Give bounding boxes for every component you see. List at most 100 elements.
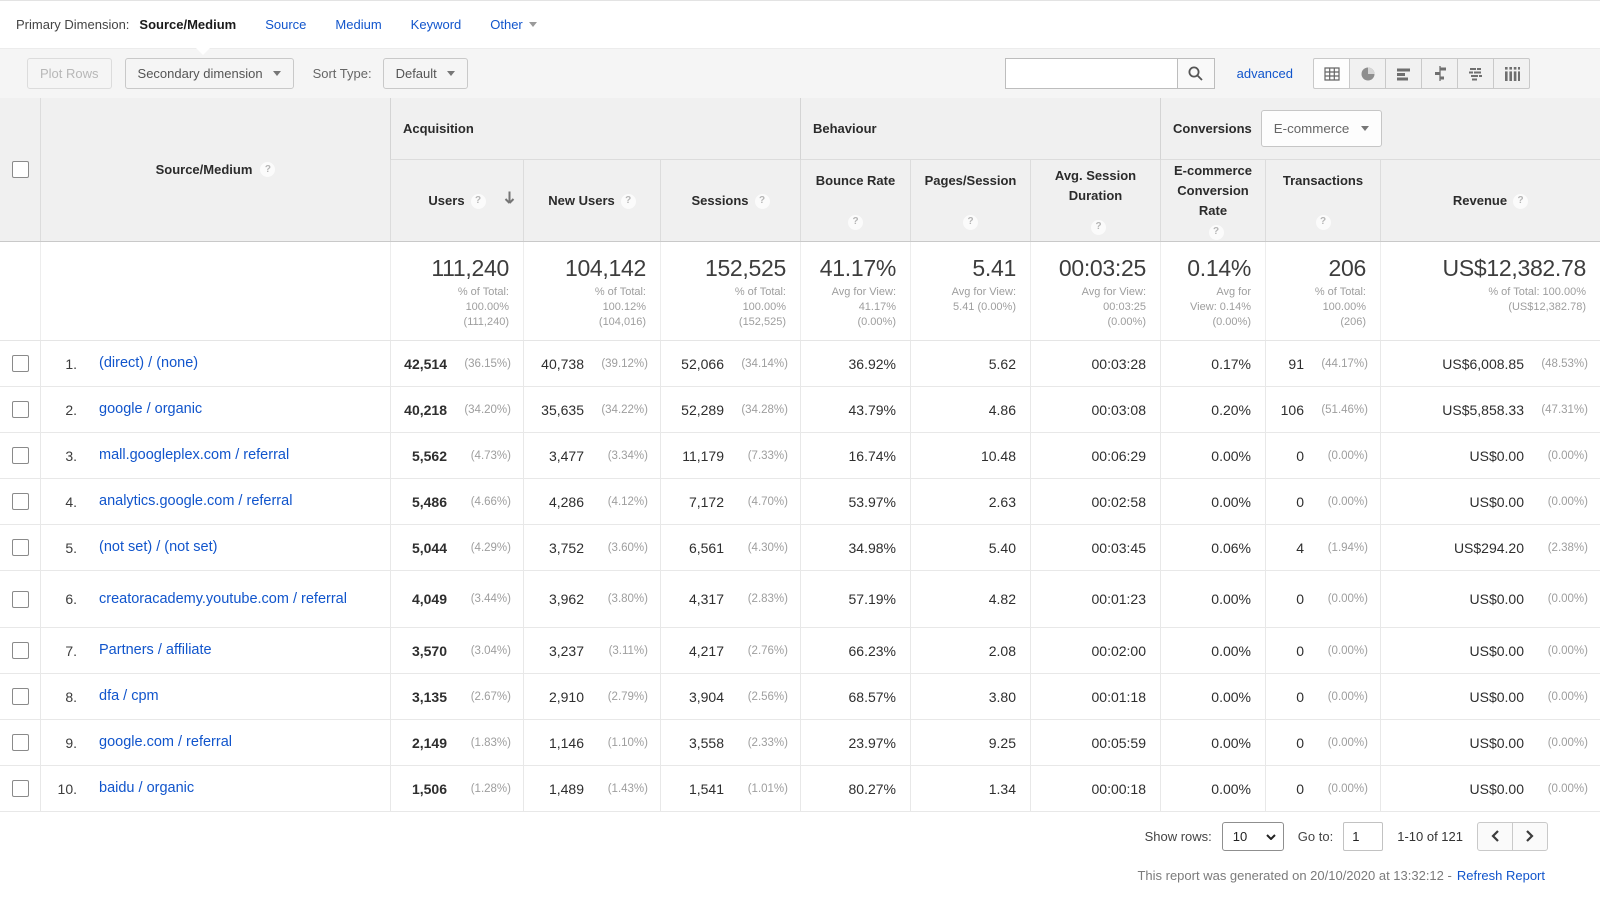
row-index: 1. — [65, 355, 77, 372]
help-icon[interactable]: ? — [260, 162, 276, 177]
help-icon[interactable]: ? — [963, 214, 978, 230]
row-checkbox[interactable] — [11, 688, 29, 705]
avg-session-duration-value: 00:02:58 — [1091, 493, 1147, 510]
search-button[interactable] — [1176, 58, 1215, 89]
source-link[interactable]: (direct) / (none) — [99, 354, 198, 373]
avg-session-duration-value: 00:03:08 — [1091, 401, 1147, 418]
users-value: 5,044 — [411, 539, 447, 556]
total-value: 206 — [1328, 255, 1367, 281]
secondary-dimension-button[interactable]: Secondary dimension — [124, 58, 294, 89]
goto-page-input[interactable] — [1343, 821, 1384, 851]
dimension-link-other[interactable]: Other — [490, 17, 537, 32]
row-checkbox[interactable] — [11, 734, 29, 751]
select-all-checkbox[interactable] — [11, 161, 29, 178]
users-percent: (3.44%) — [470, 593, 511, 605]
column-header-ecommerce-conversion-rate[interactable]: E-commerce Conversion Rate ? — [1160, 160, 1265, 241]
term-cloud-view-button[interactable] — [1457, 58, 1494, 89]
bounce-rate-value: 53.97% — [848, 493, 896, 510]
total-subtext: Avg for View: 41.17% (0.00%) — [831, 286, 896, 328]
row-checkbox[interactable] — [11, 355, 29, 372]
performance-view-button[interactable] — [1385, 58, 1422, 89]
source-link[interactable]: analytics.google.com / referral — [99, 492, 292, 511]
search-input[interactable] — [1004, 58, 1177, 89]
sort-type-button[interactable]: Default — [382, 58, 468, 89]
source-link[interactable]: (not set) / (not set) — [99, 538, 217, 557]
chevron-down-icon — [528, 22, 537, 27]
help-icon[interactable]: ? — [848, 214, 863, 230]
column-header-avg-session-duration[interactable]: Avg. Session Duration ? — [1030, 160, 1160, 241]
plot-rows-button[interactable]: Plot Rows — [27, 58, 112, 89]
help-icon[interactable]: ? — [1208, 224, 1224, 240]
column-header-users[interactable]: Users ? — [390, 160, 523, 241]
new-users-value: 1,489 — [548, 780, 584, 797]
sessions-cell: 4,317 (2.83%) — [660, 571, 800, 627]
source-link[interactable]: baidu / organic — [99, 779, 194, 798]
ecommerce-conversion-rate-cell: 0.00% — [1160, 479, 1265, 524]
pivot-view-button[interactable] — [1493, 58, 1530, 89]
advanced-search-link[interactable]: advanced — [1237, 66, 1293, 81]
users-value: 3,570 — [411, 642, 447, 659]
transactions-cell: 0 (0.00%) — [1265, 571, 1380, 627]
row-checkbox[interactable] — [11, 642, 29, 659]
help-icon[interactable]: ? — [620, 193, 636, 209]
conversions-goal-selector[interactable]: E-commerce — [1260, 110, 1383, 147]
source-link[interactable]: dfa / cpm — [99, 687, 159, 706]
ecommerce-conversion-rate-cell: 0.17% — [1160, 341, 1265, 386]
dimension-column-header[interactable]: Source/Medium ? — [40, 98, 390, 241]
revenue-cell: US$0.00 (0.00%) — [1380, 433, 1600, 478]
column-header-bounce-rate[interactable]: Bounce Rate ? — [800, 160, 910, 241]
column-header-pages-session[interactable]: Pages/Session ? — [910, 160, 1030, 241]
column-header-revenue[interactable]: Revenue ? — [1380, 160, 1600, 241]
avg-session-duration-cell: 00:02:58 — [1030, 479, 1160, 524]
ecommerce-conversion-rate-value: 0.17% — [1211, 355, 1251, 372]
row-checkbox[interactable] — [11, 780, 29, 797]
transactions-cell: 0 (0.00%) — [1265, 628, 1380, 673]
bounce-rate-cell: 68.57% — [800, 674, 910, 719]
dimension-link-medium[interactable]: Medium — [335, 17, 381, 32]
source-link[interactable]: Partners / affiliate — [99, 641, 212, 660]
row-checkbox-cell — [0, 387, 40, 432]
help-icon[interactable]: ? — [1513, 193, 1529, 209]
dimension-link-keyword[interactable]: Keyword — [411, 17, 462, 32]
help-icon[interactable]: ? — [470, 193, 486, 209]
sessions-value: 3,558 — [688, 734, 724, 751]
source-link[interactable]: mall.googleplex.com / referral — [99, 446, 289, 465]
help-icon[interactable]: ? — [1091, 219, 1106, 235]
total-subtext: % of Total: 100.00% (US$12,382.78) — [1488, 286, 1586, 313]
dimension-link-source[interactable]: Source — [265, 17, 306, 32]
column-header-transactions[interactable]: Transactions ? — [1265, 160, 1380, 241]
row-checkbox[interactable] — [11, 590, 29, 608]
primary-dimension-selected[interactable]: Source/Medium — [139, 17, 236, 32]
refresh-report-link[interactable]: Refresh Report — [1457, 868, 1545, 883]
toolbar-right: advanced — [1004, 58, 1530, 89]
transactions-value: 91 — [1288, 355, 1304, 372]
table-view-button[interactable] — [1313, 58, 1350, 89]
revenue-cell: US$5,858.33 (47.31%) — [1380, 387, 1600, 432]
help-icon[interactable]: ? — [754, 193, 770, 209]
sessions-percent: (4.70%) — [747, 495, 788, 508]
users-cell: 5,044 (4.29%) — [390, 525, 523, 570]
next-page-button[interactable] — [1512, 821, 1548, 851]
comparison-view-button[interactable] — [1421, 58, 1458, 89]
column-header-new-users[interactable]: New Users ? — [523, 160, 660, 241]
source-link[interactable]: google / organic — [99, 400, 202, 419]
help-icon[interactable]: ? — [1315, 214, 1331, 230]
new-users-value: 3,962 — [548, 591, 584, 607]
table-row: 7. Partners / affiliate 3,570 (3.04%) 3,237 (… — [0, 628, 1600, 674]
row-checkbox[interactable] — [11, 447, 29, 464]
source-link[interactable]: creatoracademy.youtube.com / referral — [99, 590, 347, 609]
bounce-rate-value: 68.57% — [848, 688, 896, 705]
source-link[interactable]: google.com / referral — [99, 733, 232, 752]
row-checkbox[interactable] — [11, 493, 29, 510]
row-checkbox[interactable] — [11, 539, 29, 556]
percentage-view-button[interactable] — [1349, 58, 1386, 89]
column-header-sessions[interactable]: Sessions ? — [660, 160, 800, 241]
users-cell: 40,218 (34.20%) — [390, 387, 523, 432]
total-cell-1: 104,142 % of Total: 100.12% (104,016) — [523, 242, 660, 340]
users-percent: (1.28%) — [470, 782, 511, 795]
show-rows-select[interactable]: 10 — [1221, 821, 1284, 851]
previous-page-button[interactable] — [1477, 821, 1513, 851]
other-label[interactable]: Other — [490, 17, 523, 32]
bounce-rate-value: 43.79% — [848, 401, 896, 418]
row-checkbox[interactable] — [11, 401, 29, 418]
